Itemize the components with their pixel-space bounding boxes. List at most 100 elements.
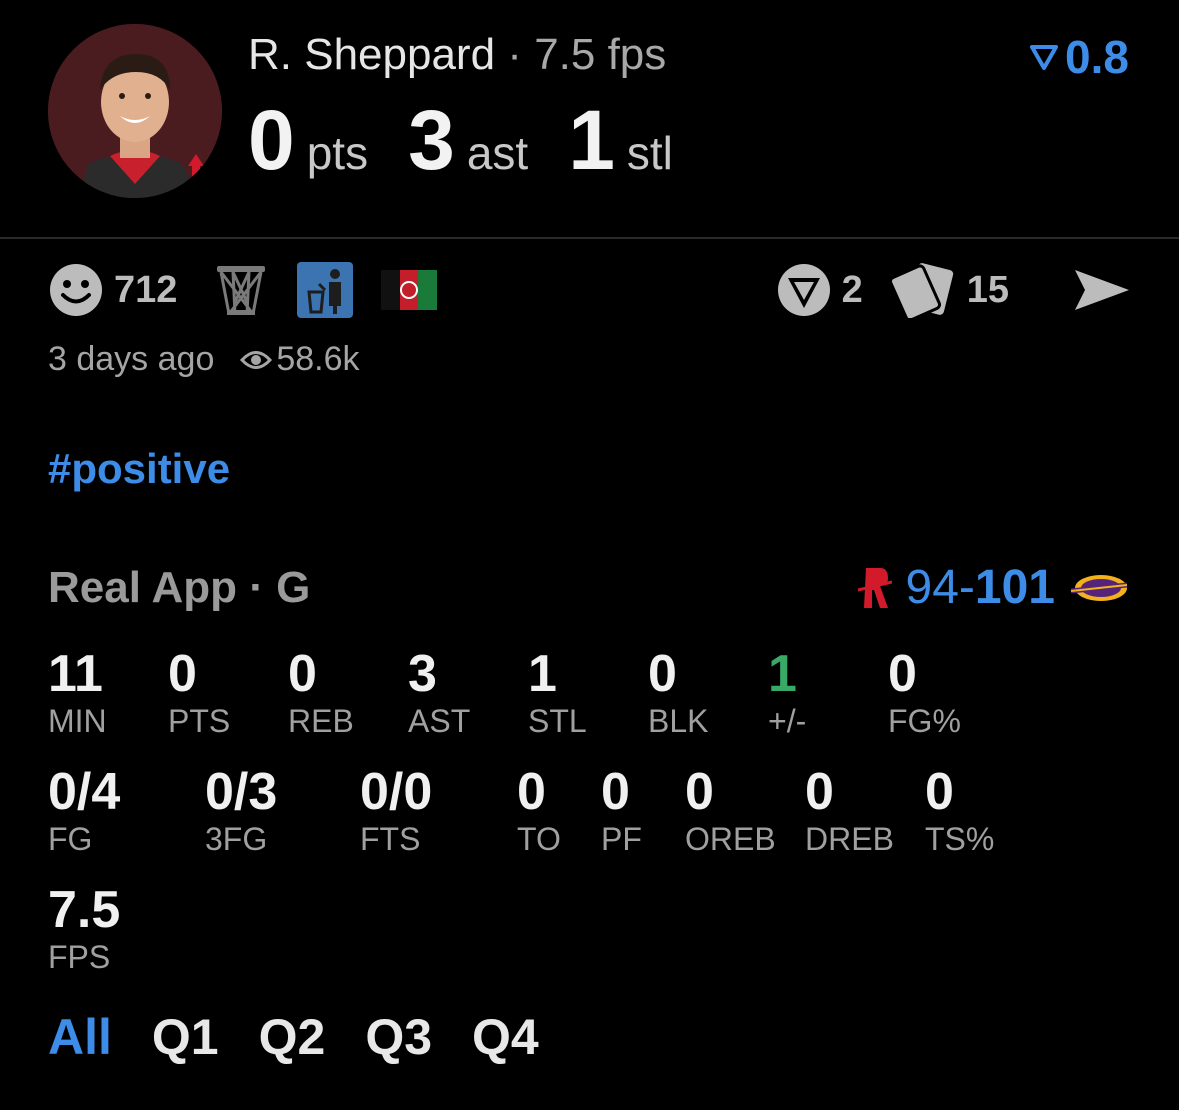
home-score: 94 [905, 561, 959, 614]
stat-value: 0/0 [360, 763, 433, 821]
stat-ts-pct: 0 TS% [925, 764, 994, 858]
big-stat-value: 3 [408, 93, 455, 187]
stat-label: MIN [48, 703, 107, 739]
stat-value: 0 [168, 645, 197, 703]
stat-value: 1 [768, 645, 797, 703]
stat-label: PTS [168, 703, 231, 739]
stat-reb: 0 REB [288, 646, 354, 740]
stat-to: 0 TO [517, 764, 561, 858]
stat-label: 3FG [205, 821, 268, 857]
separator: · [507, 30, 522, 79]
afghanistan-flag-icon[interactable] [381, 270, 438, 310]
headline-stats: 0 pts 3 ast 1 stl [248, 92, 713, 189]
stat-blk: 0 BLK [648, 646, 708, 740]
stat-value: 1 [528, 645, 557, 703]
cards-reaction[interactable]: 15 [890, 262, 1009, 318]
cards-count: 15 [966, 268, 1009, 311]
stat-3fg: 0/3 3FG [205, 764, 277, 858]
stat-value: 0 [601, 763, 630, 821]
stat-label: DREB [805, 821, 894, 857]
stat-dreb: 0 DREB [805, 764, 894, 858]
player-name-line: R. Sheppard · 7.5 fps [248, 30, 666, 80]
stat-value: 0/4 [48, 763, 121, 821]
stat-stl: 1 STL [528, 646, 587, 740]
stat-fg-pct: 0 FG% [888, 646, 961, 740]
vote-circle-icon [777, 264, 830, 316]
meta-line: 3 days ago 58.6k [48, 340, 360, 379]
game-label: Real App · G [48, 563, 311, 612]
stat-plus-minus: 1 +/- [768, 646, 806, 740]
divider [0, 237, 1179, 239]
smiley-count: 712 [114, 268, 178, 311]
stat-label: TO [517, 821, 561, 857]
fps-text: 7.5 fps [534, 30, 667, 79]
away-score: 101 [974, 561, 1055, 614]
tab-q3[interactable]: Q3 [365, 1008, 432, 1066]
lakers-logo-icon [1070, 574, 1128, 601]
stat-fps: 7.5 FPS [48, 882, 120, 976]
player-name[interactable]: R. Sheppard [248, 30, 495, 79]
stat-value: 0 [925, 763, 954, 821]
stat-ast: 3 AST [408, 646, 470, 740]
tab-q4[interactable]: Q4 [472, 1008, 539, 1066]
stat-label: FG [48, 821, 93, 857]
stat-label: +/- [768, 703, 807, 739]
stat-label: PF [601, 821, 642, 857]
stat-oreb: 0 OREB [685, 764, 776, 858]
stat-label: TS% [925, 821, 995, 857]
stat-value: 0 [805, 763, 834, 821]
stat-label: OREB [685, 821, 776, 857]
stat-min: 11 MIN [48, 646, 107, 740]
rating[interactable]: 0.8 [1029, 30, 1129, 84]
hashtag[interactable]: #positive [48, 445, 230, 493]
send-icon[interactable] [1073, 266, 1131, 314]
trash-can-badge-icon[interactable] [297, 262, 354, 318]
eye-icon [240, 350, 273, 369]
stat-label: REB [288, 703, 354, 739]
stat-fg: 0/4 FG [48, 764, 120, 858]
player-avatar[interactable] [48, 24, 222, 198]
rockets-logo-icon [857, 567, 892, 608]
stat-value: 3 [408, 645, 437, 703]
stat-value: 0/3 [205, 763, 278, 821]
stat-fts: 0/0 FTS [360, 764, 432, 858]
stat-value: 0 [888, 645, 917, 703]
big-stat-label: ast [466, 127, 529, 179]
big-stat-label: pts [306, 127, 369, 179]
rating-value: 0.8 [1065, 31, 1129, 83]
time-ago: 3 days ago [48, 340, 215, 378]
tab-q2[interactable]: Q2 [259, 1008, 326, 1066]
game-score[interactable]: 94-101 [857, 560, 1129, 615]
score-value: 94-101 [906, 560, 1055, 615]
smiley-reaction[interactable]: 712 [48, 262, 177, 318]
big-stat-value: 1 [568, 93, 615, 187]
stat-value: 0 [288, 645, 317, 703]
stat-label: AST [408, 703, 471, 739]
stat-value: 11 [48, 645, 103, 703]
smiley-icon [50, 264, 102, 316]
stat-label: FPS [48, 939, 111, 975]
basketball-net-icon[interactable] [213, 262, 269, 318]
stat-label: FTS [360, 821, 421, 857]
comment-reaction[interactable]: 2 [776, 262, 863, 318]
reaction-row: 712 2 15 [48, 262, 1131, 318]
vote-icon [1030, 45, 1059, 70]
view-count: 58.6k [276, 340, 360, 378]
stat-pts: 0 PTS [168, 646, 230, 740]
stat-value: 7.5 [48, 881, 121, 939]
stat-label: FG% [888, 703, 961, 739]
tab-q1[interactable]: Q1 [152, 1008, 219, 1066]
cards-icon [890, 263, 953, 318]
stat-pf: 0 PF [601, 764, 642, 858]
stat-value: 0 [685, 763, 714, 821]
big-stat-value: 0 [248, 93, 295, 187]
stat-value: 0 [517, 763, 546, 821]
stat-label: BLK [648, 703, 709, 739]
player-photo [48, 24, 222, 198]
big-stat-label: stl [626, 127, 673, 179]
tab-all[interactable]: All [48, 1008, 112, 1066]
score-dash: - [958, 561, 975, 614]
vote-count: 2 [841, 268, 863, 311]
period-tabs: All Q1 Q2 Q3 Q4 [48, 1008, 539, 1066]
stat-value: 0 [648, 645, 677, 703]
